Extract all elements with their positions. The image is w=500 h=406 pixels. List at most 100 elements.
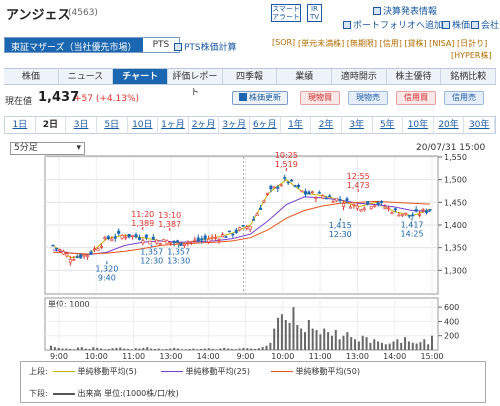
annotation-value: 1,519 bbox=[275, 160, 298, 169]
nav-tab-earnings[interactable]: 業績 bbox=[277, 69, 333, 84]
volume-bar bbox=[138, 348, 141, 350]
period-tab[interactable]: 3年 bbox=[342, 117, 373, 133]
refresh-button[interactable]: 株価更新 bbox=[232, 91, 288, 105]
candle bbox=[196, 237, 200, 242]
period-tab[interactable]: 10日 bbox=[128, 117, 159, 133]
candle bbox=[245, 226, 249, 229]
price-change: +57 (+4.13%) bbox=[74, 94, 140, 104]
current-price: 1,437 bbox=[38, 90, 80, 105]
candle bbox=[262, 200, 266, 203]
annotation-time: 9:40 bbox=[98, 273, 116, 282]
candle bbox=[428, 208, 432, 211]
volume-bar bbox=[296, 325, 299, 350]
period-tab[interactable]: 6ヶ月 bbox=[250, 117, 281, 133]
period-tab[interactable]: 2ヶ月 bbox=[189, 117, 220, 133]
x-tick-label: 11:00 bbox=[122, 352, 145, 361]
nav-tab-compare[interactable]: 銘柄比較 bbox=[441, 69, 497, 84]
volume-bar bbox=[427, 344, 430, 350]
margin-buy-button[interactable]: 信用買 bbox=[396, 91, 436, 105]
market-tab-tse[interactable]: 東証マザーズ（当社優先市場） bbox=[5, 38, 143, 53]
add-portfolio-link[interactable]: ポートフォリオへ追加 bbox=[343, 18, 443, 31]
annotation-value: 1,417 bbox=[401, 220, 424, 229]
period-tab[interactable]: 5年 bbox=[373, 117, 404, 133]
x-tick-label: 15:00 bbox=[420, 352, 443, 361]
candle bbox=[96, 248, 100, 251]
candle bbox=[252, 219, 256, 221]
ir-tv-button[interactable]: IR TV bbox=[307, 4, 322, 22]
candle bbox=[383, 206, 387, 209]
volume-bar bbox=[119, 347, 122, 350]
nav-tab-benefits[interactable]: 株主優待 bbox=[386, 69, 442, 84]
candle bbox=[373, 204, 377, 207]
link-icon bbox=[174, 43, 182, 51]
margin-sell-button[interactable]: 信用売 bbox=[444, 91, 484, 105]
period-tab[interactable]: 2日 bbox=[35, 117, 67, 133]
volume-bar bbox=[107, 348, 110, 350]
candle bbox=[231, 233, 235, 236]
volume-bar bbox=[330, 335, 333, 350]
candle bbox=[54, 247, 58, 250]
stock-price-link[interactable]: 株価 bbox=[442, 18, 470, 31]
period-tab[interactable]: 3日 bbox=[66, 117, 97, 133]
nav-tab-shikiho[interactable]: 四季報 bbox=[222, 69, 278, 84]
candle bbox=[276, 186, 280, 189]
period-tab[interactable]: 1ヶ月 bbox=[158, 117, 189, 133]
volume-bar bbox=[73, 349, 76, 350]
annotation-time: 13:30 bbox=[167, 256, 190, 265]
volume-bar bbox=[396, 339, 399, 350]
period-tab[interactable]: 3ヶ月 bbox=[219, 117, 250, 133]
candle bbox=[151, 236, 155, 240]
period-tab[interactable]: 30年 bbox=[464, 117, 495, 133]
document-icon bbox=[373, 7, 381, 15]
nav-tab-chart[interactable]: チャート bbox=[113, 69, 169, 84]
candle bbox=[89, 251, 93, 255]
candle bbox=[418, 214, 422, 216]
nav-tab-disclosure[interactable]: 適時開示 bbox=[332, 69, 387, 84]
legend-item-sma50: 単純移動平均(50) bbox=[271, 366, 360, 377]
volume-bar bbox=[431, 335, 433, 350]
earnings-link[interactable]: 決算発表情報 bbox=[373, 4, 437, 17]
volume-bar bbox=[142, 347, 145, 350]
volume-bar bbox=[365, 337, 368, 350]
volume-bar bbox=[177, 348, 179, 350]
volume-bar bbox=[150, 348, 153, 350]
nav-tab-report[interactable]: 評価レポート bbox=[168, 69, 223, 98]
volume-bar bbox=[423, 339, 426, 350]
volume-bar bbox=[126, 348, 129, 350]
period-tab[interactable]: 1日 bbox=[5, 117, 36, 133]
period-tab[interactable]: 1年 bbox=[281, 117, 312, 133]
volume-bar bbox=[350, 337, 353, 350]
volume-bar bbox=[80, 347, 83, 350]
volume-bar bbox=[192, 348, 195, 350]
pts-calc-link[interactable]: PTS株価計算 bbox=[174, 40, 237, 53]
y-tick-label: 1,500 bbox=[444, 176, 467, 185]
page-title: アンジェス bbox=[6, 8, 71, 23]
cash-sell-button[interactable]: 現物売 bbox=[348, 91, 388, 105]
volume-bar bbox=[392, 341, 395, 350]
volume-tick-label: 200 bbox=[444, 332, 459, 341]
volume-bar bbox=[361, 335, 364, 350]
candle bbox=[234, 229, 238, 233]
volume-bar bbox=[215, 349, 218, 350]
period-tab[interactable]: 10年 bbox=[403, 117, 434, 133]
period-tabs: 1日 2日 3日 5日 10日 1ヶ月 2ヶ月 3ヶ月 6ヶ月 1年 2年 3年 5年 10年 20年 30年 bbox=[4, 116, 496, 134]
smart-alert-button[interactable]: スマート アラート bbox=[271, 4, 301, 22]
volume-bar bbox=[203, 348, 206, 350]
x-tick-label: 10:00 bbox=[85, 352, 108, 361]
candle bbox=[86, 255, 90, 257]
candle bbox=[72, 259, 76, 261]
legend-item-volume: 出来高 単位:(1000株/口/枚) bbox=[53, 388, 179, 399]
candle bbox=[303, 191, 307, 195]
candle bbox=[165, 240, 169, 244]
candle bbox=[248, 225, 252, 230]
candle bbox=[290, 179, 294, 182]
volume-bar bbox=[76, 347, 79, 350]
nav-tab-price[interactable]: 株価 bbox=[4, 69, 59, 84]
candle bbox=[207, 238, 211, 243]
period-tab[interactable]: 20年 bbox=[434, 117, 465, 133]
nav-tab-news[interactable]: ニュース bbox=[58, 69, 114, 84]
period-tab[interactable]: 2年 bbox=[311, 117, 342, 133]
period-tab[interactable]: 5日 bbox=[97, 117, 128, 133]
company-link[interactable]: 会社 bbox=[471, 18, 499, 31]
cash-buy-button[interactable]: 現物買 bbox=[300, 91, 340, 105]
